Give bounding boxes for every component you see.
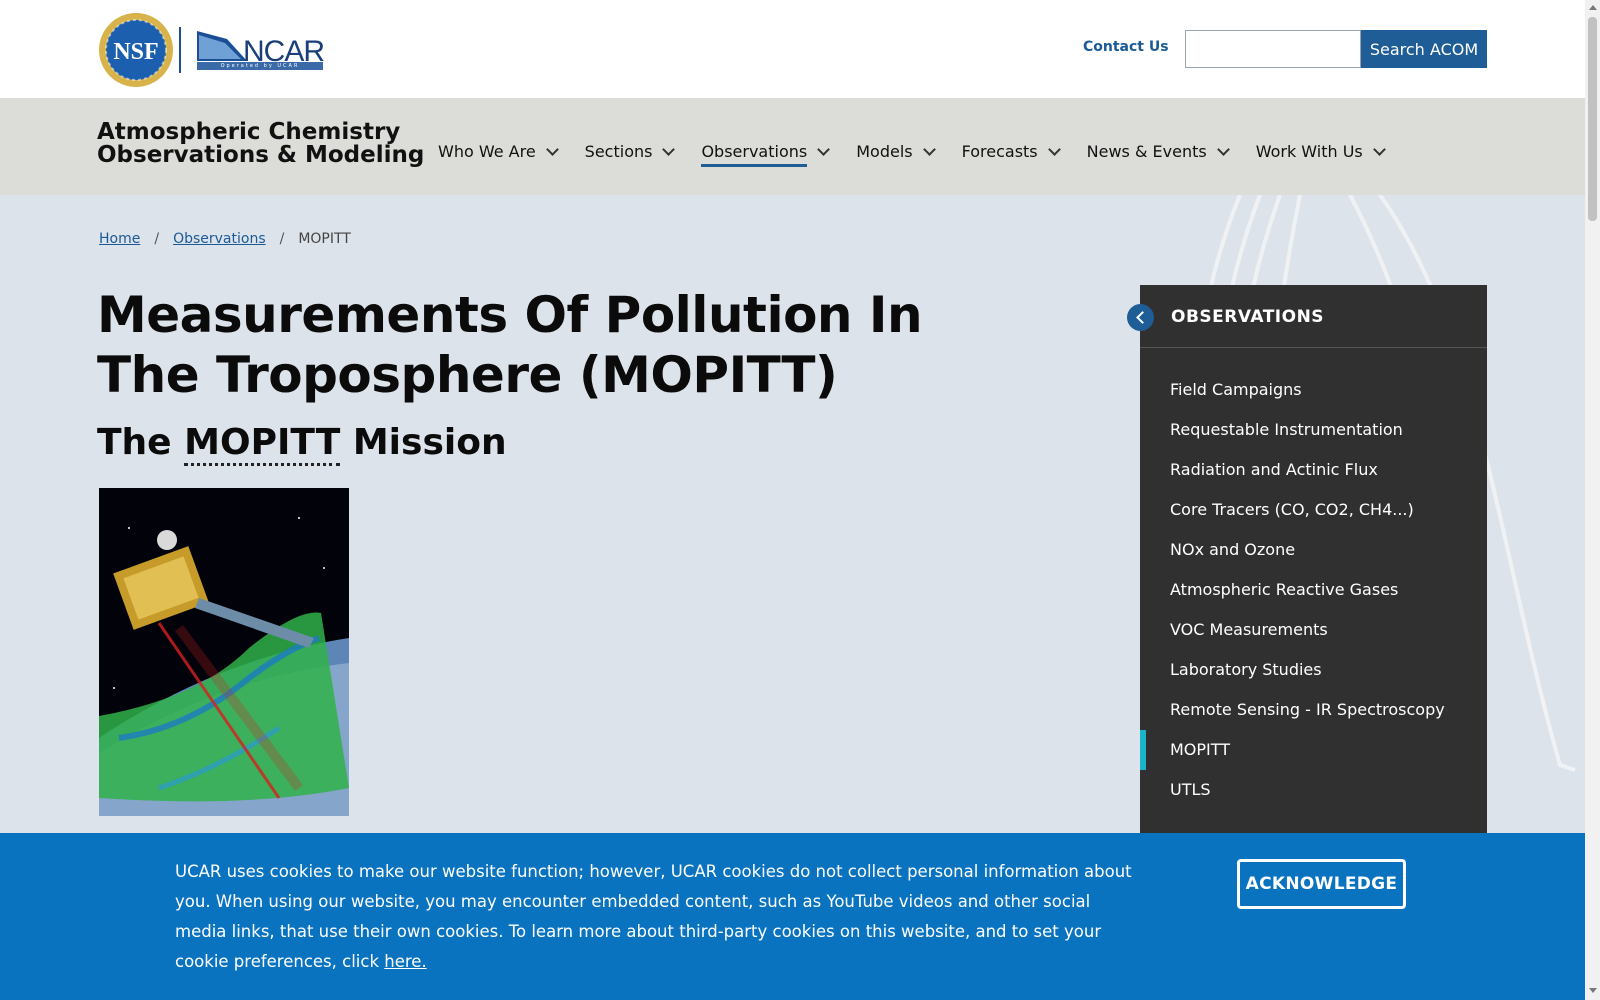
chevron-down-icon	[662, 143, 676, 156]
ncar-logo[interactable]: NCAR Operated by UCAR	[197, 25, 325, 75]
search-button[interactable]: Search ACOM	[1361, 30, 1487, 68]
nav-item-models[interactable]: Models	[856, 136, 937, 167]
search-input[interactable]	[1185, 30, 1361, 68]
scrollbar-thumb[interactable]	[1588, 17, 1597, 221]
sidebar-item-nox-ozone[interactable]: NOx and Ozone	[1140, 530, 1487, 570]
sidebar-item-radiation-actinic-flux[interactable]: Radiation and Actinic Flux	[1140, 450, 1487, 490]
nav-label: News & Events	[1086, 142, 1207, 161]
breadcrumb-separator: /	[154, 231, 160, 247]
breadcrumb: Home / Observations / MOPITT	[99, 231, 351, 247]
nav-item-who-we-are[interactable]: Who We Are	[438, 136, 561, 167]
nav-label: Models	[856, 142, 913, 161]
mopitt-abbreviation[interactable]: MOPITT	[184, 422, 341, 466]
nav-item-work-with-us[interactable]: Work With Us	[1256, 136, 1388, 167]
section-sidebar: OBSERVATIONS Field Campaigns Requestable…	[1127, 285, 1487, 835]
sidebar-title[interactable]: OBSERVATIONS	[1171, 307, 1324, 327]
sidebar-item-requestable-instrumentation[interactable]: Requestable Instrumentation	[1140, 410, 1487, 450]
chevron-down-icon	[922, 143, 936, 156]
acknowledge-button[interactable]: ACKNOWLEDGE	[1237, 859, 1406, 909]
breadcrumb-current: MOPITT	[298, 231, 351, 247]
scroll-up-arrow-icon[interactable]	[1589, 5, 1597, 10]
top-header: NSF NCAR Operated by UCAR Contact Us Sea…	[0, 0, 1585, 98]
nav-item-sections[interactable]: Sections	[585, 136, 678, 167]
site-title-line1: Atmospheric Chemistry	[97, 119, 401, 145]
logo-divider	[179, 27, 181, 73]
section-heading: The MOPITT Mission	[97, 422, 507, 466]
nav-label: Who We Are	[438, 142, 536, 161]
page-scrollbar[interactable]	[1585, 0, 1600, 1000]
cookie-preferences-link[interactable]: here.	[384, 952, 426, 971]
nsf-seal-icon: NSF	[99, 13, 173, 87]
heading-prefix: The	[97, 422, 172, 463]
nav-item-observations[interactable]: Observations	[701, 136, 832, 167]
sidebar-item-core-tracers[interactable]: Core Tracers (CO, CO2, CH4...)	[1140, 490, 1487, 530]
heading-suffix: Mission	[352, 422, 507, 463]
sidebar-item-utls[interactable]: UTLS	[1140, 770, 1487, 810]
scroll-down-arrow-icon[interactable]	[1589, 988, 1597, 993]
sidebar-item-voc-measurements[interactable]: VOC Measurements	[1140, 610, 1487, 650]
cookie-banner: UCAR uses cookies to make our website fu…	[0, 833, 1585, 1000]
nsf-logo[interactable]: NSF	[97, 11, 175, 89]
chevron-down-icon	[1372, 143, 1386, 156]
sidebar-header: OBSERVATIONS	[1127, 285, 1487, 348]
sidebar-item-reactive-gases[interactable]: Atmospheric Reactive Gases	[1140, 570, 1487, 610]
contact-us-link[interactable]: Contact Us	[1083, 39, 1169, 55]
svg-text:NSF: NSF	[113, 39, 158, 65]
main-nav-band: Atmospheric Chemistry Observations & Mod…	[0, 98, 1585, 195]
nav-label: Observations	[701, 142, 808, 167]
chevron-left-icon[interactable]	[1127, 304, 1154, 331]
main-nav: Who We Are Sections Observations Models …	[438, 136, 1412, 167]
site-title[interactable]: Atmospheric Chemistry Observations & Mod…	[97, 121, 427, 167]
nav-item-forecasts[interactable]: Forecasts	[962, 136, 1063, 167]
chevron-down-icon	[817, 143, 831, 156]
nav-label: Sections	[584, 142, 653, 161]
sidebar-item-laboratory-studies[interactable]: Laboratory Studies	[1140, 650, 1487, 690]
sidebar-item-field-campaigns[interactable]: Field Campaigns	[1140, 370, 1487, 410]
ncar-logo-subtext: Operated by UCAR	[197, 62, 323, 70]
chevron-down-icon	[545, 143, 559, 156]
chevron-down-icon	[1216, 143, 1230, 156]
breadcrumb-observations-link[interactable]: Observations	[173, 231, 266, 247]
page-title: Measurements Of Pollution In The Troposp…	[97, 286, 923, 404]
mopitt-satellite-image	[99, 488, 349, 816]
logo-group: NSF NCAR Operated by UCAR	[97, 11, 325, 89]
site-title-line2: Observations & Modeling	[97, 142, 425, 168]
satellite-illustration	[99, 488, 349, 816]
breadcrumb-separator: /	[279, 231, 285, 247]
sidebar-item-mopitt[interactable]: MOPITT	[1140, 730, 1487, 770]
chevron-down-icon	[1047, 143, 1061, 156]
cookie-message: UCAR uses cookies to make our website fu…	[175, 857, 1145, 977]
nav-label: Work With Us	[1255, 142, 1363, 161]
sidebar-menu: Field Campaigns Requestable Instrumentat…	[1140, 348, 1487, 810]
breadcrumb-home-link[interactable]: Home	[99, 231, 140, 247]
nav-item-news-events[interactable]: News & Events	[1087, 136, 1232, 167]
nav-label: Forecasts	[961, 142, 1038, 161]
sidebar-item-remote-sensing[interactable]: Remote Sensing - IR Spectroscopy	[1140, 690, 1487, 730]
cookie-text: UCAR uses cookies to make our website fu…	[175, 862, 1132, 971]
